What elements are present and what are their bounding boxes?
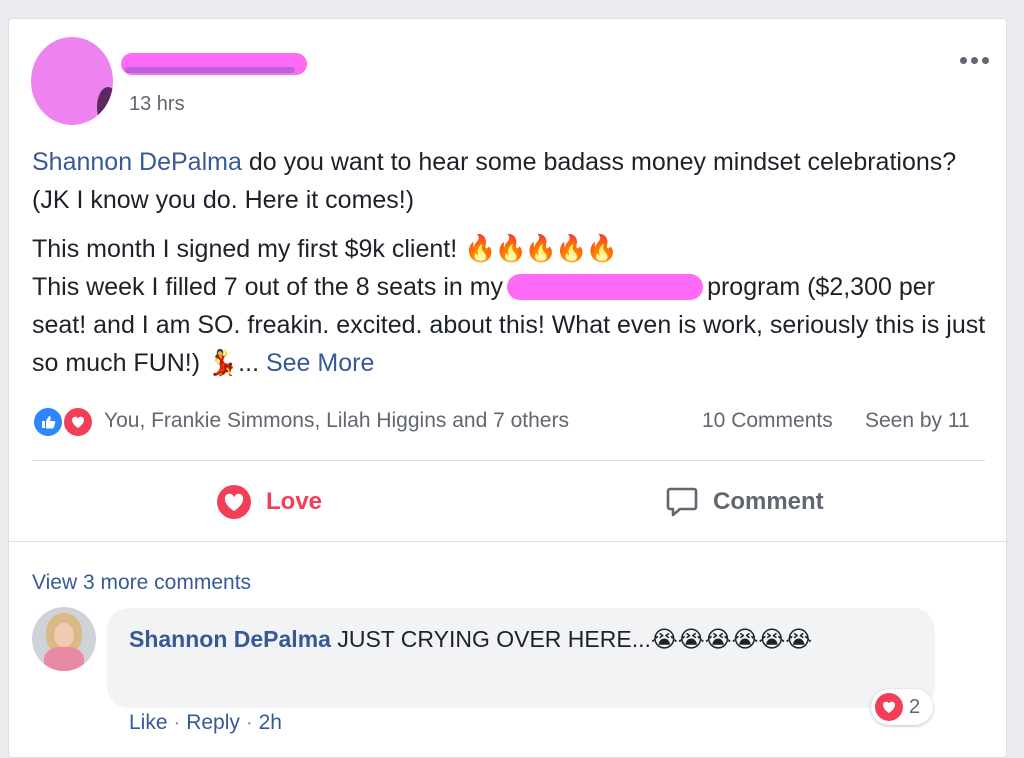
comment-author-link[interactable]: Shannon DePalma <box>129 626 331 652</box>
comment-reaction-count: 2 <box>909 695 921 718</box>
action-bar: Love Comment <box>32 471 985 533</box>
reaction-icons[interactable] <box>32 405 100 439</box>
love-icon <box>217 485 251 519</box>
post-paragraph-2: This month I signed my first $9k client!… <box>32 229 992 382</box>
post-line-2-start: This week I filled 7 out of the 8 seats … <box>32 273 504 301</box>
see-more-link[interactable]: See More <box>266 349 374 377</box>
love-reaction-icon <box>62 406 94 438</box>
meta-separator: · <box>173 711 187 734</box>
love-reaction-icon <box>875 693 903 721</box>
like-reaction-icon <box>32 406 64 438</box>
comment-reaction-badge[interactable]: 2 <box>871 689 933 725</box>
comment-body: JUST CRYING OVER HERE... <box>330 626 651 652</box>
fire-emoji-icons: 🔥🔥🔥🔥🔥 <box>464 233 618 263</box>
redaction-bar <box>125 67 295 73</box>
program-name-redacted <box>507 274 704 300</box>
comment-text: Shannon DePalma JUST CRYING OVER HERE...… <box>129 622 909 656</box>
mention-link[interactable]: Shannon DePalma <box>32 148 242 176</box>
post-timestamp[interactable]: 13 hrs <box>129 93 185 116</box>
meta-separator: · <box>245 711 259 734</box>
crying-emoji-icons: 😭😭😭😭😭😭 <box>650 626 813 652</box>
love-label: Love <box>266 488 323 515</box>
dancer-emoji-icon: 💃 <box>207 349 239 377</box>
post-card: 13 hrs Shannon DePalma do you want to he… <box>8 18 1008 758</box>
post-paragraph-1: Shannon DePalma do you want to hear some… <box>32 143 992 219</box>
comment-meta: Like · Reply · 2h <box>129 711 282 735</box>
commenter-avatar[interactable] <box>32 607 96 671</box>
comment-reply-link[interactable]: Reply <box>186 711 240 734</box>
ellipsis: ... <box>238 349 266 377</box>
comment-like-link[interactable]: Like <box>129 711 168 734</box>
top-strip <box>0 0 1024 16</box>
love-button[interactable]: Love <box>216 471 322 533</box>
comment-bubble: Shannon DePalma JUST CRYING OVER HERE...… <box>107 608 935 708</box>
reaction-names[interactable]: You, Frankie Simmons, Lilah Higgins and … <box>104 409 569 433</box>
avatar-shade <box>97 87 113 125</box>
post-body: Shannon DePalma do you want to hear some… <box>32 143 992 392</box>
comment-label: Comment <box>713 488 824 515</box>
comment-icon <box>666 487 698 517</box>
comments-count[interactable]: 10 Comments <box>702 409 833 433</box>
more-options-icon[interactable] <box>955 49 993 71</box>
comment-time[interactable]: 2h <box>259 711 282 734</box>
author-avatar[interactable] <box>31 37 113 125</box>
divider <box>32 460 985 461</box>
seen-by[interactable]: Seen by 11 <box>865 409 970 433</box>
comments-separator <box>9 541 1008 542</box>
author-name-redacted <box>121 53 307 75</box>
reactions-summary: You, Frankie Simmons, Lilah Higgins and … <box>32 405 992 439</box>
comment-button[interactable]: Comment <box>665 471 824 533</box>
view-more-comments-link[interactable]: View 3 more comments <box>32 571 251 595</box>
post-line-1: This month I signed my first $9k client! <box>32 235 465 263</box>
